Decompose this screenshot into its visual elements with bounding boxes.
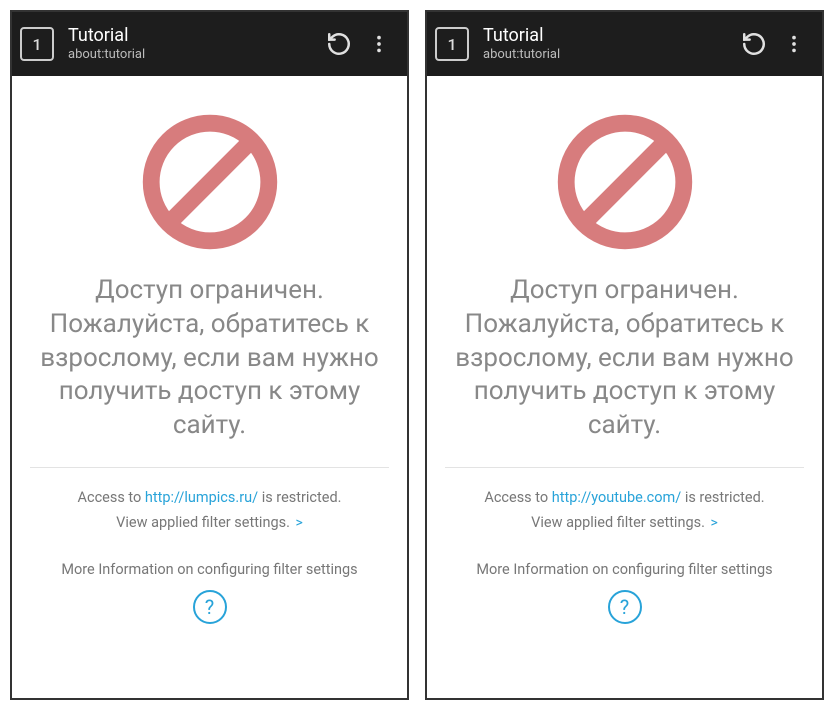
filter-settings-link[interactable]: View applied filter settings. > [116,511,303,536]
divider [30,467,389,468]
help-button[interactable]: ? [193,590,227,624]
help-icon: ? [205,595,214,619]
tab-count: 1 [447,35,456,54]
blocked-page-content: Доступ ограничен. Пожалуйста, обратитесь… [427,76,822,698]
access-restricted-line: Access to http://lumpics.ru/ is restrict… [78,486,342,511]
access-restricted-line: Access to http://youtube.com/ is restric… [484,486,764,511]
page-title: Tutorial [68,25,319,48]
blocked-page-content: Доступ ограничен. Пожалуйста, обратитесь… [12,76,407,698]
browser-toolbar: 1 Tutorial about:tutorial [427,12,822,76]
more-vert-icon [783,33,805,55]
overflow-menu-button[interactable] [774,24,814,64]
chevron-right-icon: > [296,515,303,531]
reload-icon [741,31,767,57]
access-suffix: is restricted. [258,489,341,506]
address-title-block[interactable]: Tutorial about:tutorial [68,25,319,64]
help-icon: ? [620,595,629,619]
blocked-icon [140,112,280,252]
filter-link-text: View applied filter settings. [116,514,293,531]
chevron-right-icon: > [711,515,718,531]
restriction-headline: Доступ ограничен. Пожалуйста, обратитесь… [30,274,389,463]
filter-settings-link[interactable]: View applied filter settings. > [531,511,718,536]
filter-link-text: View applied filter settings. [531,514,708,531]
more-info-text: More Information on configuring filter s… [476,561,772,578]
tabs-button[interactable]: 1 [20,27,54,61]
browser-toolbar: 1 Tutorial about:tutorial [12,12,407,76]
page-title: Tutorial [483,25,734,48]
access-suffix: is restricted. [681,489,764,506]
access-prefix: Access to [78,489,145,506]
blocked-url-link[interactable]: http://lumpics.ru/ [145,489,258,506]
blocked-url-link[interactable]: http://youtube.com/ [552,489,681,506]
overflow-menu-button[interactable] [359,24,399,64]
phone-screen: 1 Tutorial about:tutorial Доступ огранич… [10,10,409,700]
reload-button[interactable] [734,24,774,64]
reload-icon [326,31,352,57]
divider [445,467,804,468]
page-url: about:tutorial [483,47,734,63]
page-url: about:tutorial [68,47,319,63]
blocked-icon [555,112,695,252]
restriction-headline: Доступ ограничен. Пожалуйста, обратитесь… [445,274,804,463]
phone-screen: 1 Tutorial about:tutorial Доступ огранич… [425,10,824,700]
help-button[interactable]: ? [608,590,642,624]
tab-count: 1 [32,35,41,54]
reload-button[interactable] [319,24,359,64]
more-vert-icon [368,33,390,55]
address-title-block[interactable]: Tutorial about:tutorial [483,25,734,64]
more-info-text: More Information on configuring filter s… [61,561,357,578]
tabs-button[interactable]: 1 [435,27,469,61]
access-prefix: Access to [484,489,551,506]
